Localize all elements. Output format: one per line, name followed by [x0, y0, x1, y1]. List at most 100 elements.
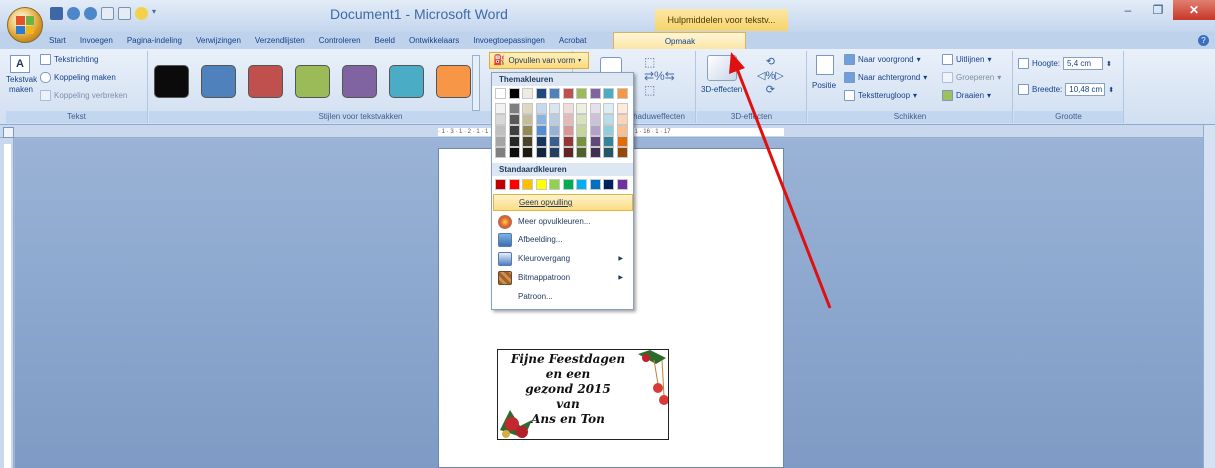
color-swatch[interactable]: [522, 103, 533, 114]
color-swatch[interactable]: [495, 136, 506, 147]
color-swatch[interactable]: [535, 103, 547, 114]
color-swatch[interactable]: [535, 114, 547, 125]
color-swatch[interactable]: [603, 136, 614, 147]
meer-opvulkleuren-item[interactable]: Meer opvulkleuren...: [493, 213, 633, 230]
color-swatch[interactable]: [616, 147, 628, 158]
color-swatch[interactable]: [576, 125, 587, 136]
print-preview-icon[interactable]: [101, 7, 114, 20]
color-swatch[interactable]: [562, 179, 574, 190]
3d-effecten-button[interactable]: 3D-effecten: [701, 85, 742, 94]
color-swatch[interactable]: [589, 103, 601, 114]
color-swatch[interactable]: [508, 114, 520, 125]
3d-tilt-icons[interactable]: ⟲ ◁%▷ ⟳: [757, 55, 784, 97]
color-swatch[interactable]: [549, 88, 560, 99]
tab-opmaak[interactable]: Opmaak: [613, 32, 747, 49]
tab-invoegen[interactable]: Invoegen: [73, 32, 120, 49]
color-swatch[interactable]: [549, 147, 560, 158]
draaien-button[interactable]: Draaien ▾: [942, 90, 991, 101]
office-button[interactable]: [7, 7, 43, 43]
color-swatch[interactable]: [603, 88, 614, 99]
close-button[interactable]: ✕: [1173, 0, 1215, 20]
color-swatch[interactable]: [562, 147, 574, 158]
color-swatch[interactable]: [549, 103, 560, 114]
color-swatch[interactable]: [562, 125, 574, 136]
position-icon[interactable]: [816, 55, 834, 75]
color-swatch[interactable]: [535, 147, 547, 158]
uitlijnen-button[interactable]: Uitlijnen ▾: [942, 54, 991, 65]
style-swatch[interactable]: [248, 65, 283, 98]
color-swatch[interactable]: [495, 125, 506, 136]
color-swatch[interactable]: [522, 136, 533, 147]
breedte-input[interactable]: 10,48 cm: [1065, 83, 1106, 96]
color-swatch[interactable]: [495, 88, 506, 99]
style-swatch[interactable]: [436, 65, 471, 98]
color-swatch[interactable]: [603, 114, 614, 125]
color-swatch[interactable]: [562, 103, 574, 114]
afbeelding-item[interactable]: Afbeelding...: [493, 231, 633, 248]
style-swatch[interactable]: [201, 65, 236, 98]
hoogte-spinner-icon[interactable]: ⬍: [1106, 60, 1112, 68]
positie-button[interactable]: Positie: [812, 81, 836, 90]
bitmappatroon-item[interactable]: Bitmappatroon ▶: [493, 269, 633, 286]
color-swatch[interactable]: [549, 114, 560, 125]
style-swatch[interactable]: [154, 65, 189, 98]
tab-verwijzingen[interactable]: Verwijzingen: [189, 32, 248, 49]
color-swatch[interactable]: [549, 179, 560, 190]
color-swatch[interactable]: [616, 103, 628, 114]
color-swatch[interactable]: [616, 136, 628, 147]
color-swatch[interactable]: [589, 179, 601, 190]
minimize-button[interactable]: –: [1113, 0, 1143, 20]
style-swatch[interactable]: [389, 65, 424, 98]
tab-acrobat[interactable]: Acrobat: [552, 32, 594, 49]
color-swatch[interactable]: [589, 88, 601, 99]
kleurovergang-item[interactable]: Kleurovergang ▶: [493, 250, 633, 267]
color-swatch[interactable]: [576, 136, 587, 147]
style-swatch[interactable]: [342, 65, 377, 98]
geen-opvulling-item[interactable]: Geen opvulling: [493, 194, 633, 211]
color-swatch[interactable]: [522, 114, 533, 125]
color-swatch[interactable]: [522, 88, 533, 99]
color-swatch[interactable]: [522, 179, 533, 190]
color-swatch[interactable]: [522, 125, 533, 136]
color-swatch[interactable]: [495, 103, 506, 114]
color-swatch[interactable]: [535, 125, 547, 136]
color-swatch[interactable]: [616, 125, 628, 136]
tekstvak-maken-button[interactable]: Tekstvak maken: [6, 75, 37, 95]
breedte-spinner-icon[interactable]: ⬍: [1108, 86, 1114, 94]
color-swatch[interactable]: [549, 136, 560, 147]
color-swatch[interactable]: [589, 114, 601, 125]
color-swatch[interactable]: [549, 125, 560, 136]
color-swatch[interactable]: [603, 147, 614, 158]
style-swatch[interactable]: [295, 65, 330, 98]
tekstrichting-button[interactable]: Tekstrichting: [40, 54, 98, 65]
color-swatch[interactable]: [562, 136, 574, 147]
tab-selector-icon[interactable]: [3, 127, 14, 138]
maximize-button[interactable]: ❐: [1143, 0, 1173, 20]
color-swatch[interactable]: [495, 114, 506, 125]
color-swatch[interactable]: [508, 179, 520, 190]
greeting-text-box[interactable]: Fijne Feestdagen en een gezond 2015 van …: [497, 349, 669, 440]
naar-voorgrond-button[interactable]: Naar voorgrond ▾: [844, 54, 921, 65]
groeperen-button[interactable]: Groeperen ▾: [942, 72, 1001, 83]
color-swatch[interactable]: [495, 179, 506, 190]
color-swatch[interactable]: [562, 88, 574, 99]
help-icon[interactable]: ?: [1198, 35, 1209, 46]
color-swatch[interactable]: [603, 103, 614, 114]
color-swatch[interactable]: [508, 103, 520, 114]
color-swatch[interactable]: [603, 125, 614, 136]
color-swatch[interactable]: [576, 103, 587, 114]
color-swatch[interactable]: [508, 136, 520, 147]
smiley-icon[interactable]: [135, 7, 148, 20]
vertical-ruler[interactable]: [0, 138, 14, 468]
vertical-scrollbar[interactable]: [1203, 125, 1215, 468]
color-swatch[interactable]: [589, 147, 601, 158]
color-swatch[interactable]: [576, 114, 587, 125]
save-icon[interactable]: [50, 7, 63, 20]
koppeling-verbreken-button[interactable]: Koppeling verbreken: [40, 90, 127, 101]
color-swatch[interactable]: [576, 88, 587, 99]
color-swatch[interactable]: [535, 136, 547, 147]
style-scroll[interactable]: [472, 55, 480, 111]
color-swatch[interactable]: [589, 125, 601, 136]
tab-invoegtoepassingen[interactable]: Invoegtoepassingen: [466, 32, 552, 49]
color-swatch[interactable]: [616, 179, 628, 190]
